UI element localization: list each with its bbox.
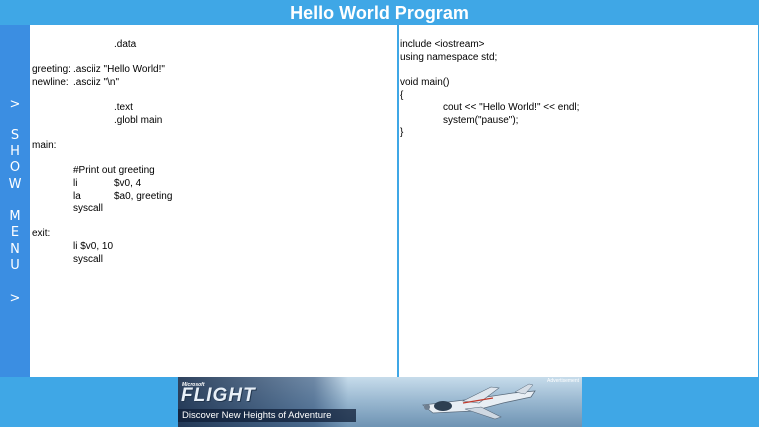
code-line: syscall <box>73 203 104 214</box>
code-args: $a0, greeting <box>114 191 173 202</box>
menu-label-char: H <box>10 144 20 159</box>
cpp-code-pane[interactable]: include <iostream> using namespace std; … <box>399 25 759 377</box>
code-line: li <box>73 178 78 189</box>
code-args: $v0, 4 <box>114 178 142 189</box>
menu-label-char: W <box>8 177 22 192</box>
code-line: li $v0, 10 <box>73 241 114 252</box>
code-label: exit: <box>32 228 51 239</box>
code-line: la <box>73 191 81 202</box>
code-line: void main() <box>400 77 450 88</box>
code-line: .text <box>114 102 133 113</box>
chevron-right-icon: > <box>9 291 21 306</box>
chevron-right-icon: > <box>9 97 21 112</box>
code-line: .asciiz "\n" <box>73 77 120 88</box>
code-line: .asciiz "Hello World!" <box>73 64 165 75</box>
ad-product-logo: FLIGHT <box>181 385 256 406</box>
menu-label-char: E <box>10 225 20 240</box>
code-line: .data <box>114 39 137 50</box>
code-line: syscall <box>73 254 104 265</box>
advertisement-banner[interactable]: Microsoft FLIGHT Discover New Heights of… <box>178 377 582 427</box>
assembly-code-pane[interactable]: .data greeting: .asciiz "Hello World!" n… <box>30 25 397 377</box>
code-line: cout << "Hello World!" << endl; <box>443 102 580 113</box>
code-line: { <box>400 90 404 101</box>
ad-tagline: Discover New Heights of Adventure <box>182 410 332 421</box>
code-line: include <iostream> <box>400 39 485 50</box>
code-line: using namespace std; <box>400 52 498 63</box>
ad-label: Advertisement <box>547 378 579 384</box>
code-label: main: <box>32 140 57 151</box>
code-line: system("pause"); <box>443 115 519 126</box>
code-label: greeting: <box>32 64 71 75</box>
page-title: Hello World Program <box>0 0 759 25</box>
menu-label-char: M <box>9 209 21 224</box>
code-label: newline: <box>32 77 69 88</box>
code-line: } <box>400 127 404 138</box>
show-menu-button[interactable]: > S H O W M E N U > <box>0 25 30 377</box>
app-window: Hello World Program > S H O W M E N U > … <box>0 0 759 427</box>
menu-label-char: S <box>10 128 20 143</box>
menu-label-char: O <box>9 160 21 175</box>
code-comment: #Print out greeting <box>73 165 155 176</box>
menu-label-char: N <box>10 242 20 257</box>
menu-label-char: U <box>10 258 20 273</box>
code-line: .globl main <box>114 115 163 126</box>
airplane-image <box>422 383 536 420</box>
